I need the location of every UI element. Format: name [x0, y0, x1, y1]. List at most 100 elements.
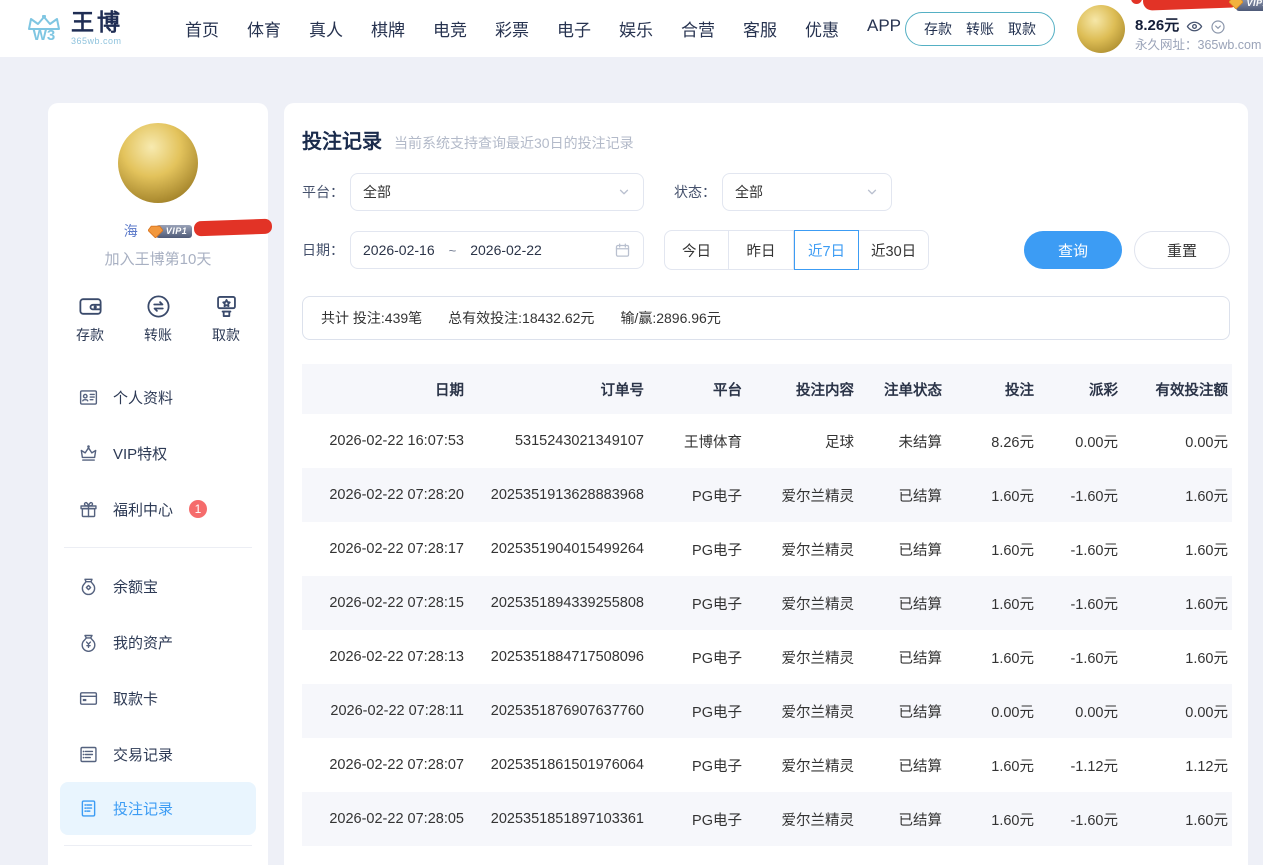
column-header: 派彩	[1038, 364, 1122, 414]
column-header: 订单号	[468, 364, 648, 414]
nav-item-board-games[interactable]: 棋牌	[371, 16, 405, 41]
quick-action-withdraw[interactable]: 取款	[212, 293, 240, 345]
table-cell: 2025351876907637760	[468, 684, 648, 738]
withdraw-icon	[213, 293, 240, 320]
table-cell: 爱尔兰精灵	[746, 684, 858, 738]
table-cell: 0.00元	[1038, 684, 1122, 738]
coin-pouch-icon	[78, 576, 99, 597]
wallet-action-deposit[interactable]: 存款	[924, 19, 952, 39]
reset-button[interactable]: 重置	[1134, 231, 1230, 269]
nav-item-home[interactable]: 首页	[185, 16, 219, 41]
nav-item-slots[interactable]: 电子	[557, 16, 591, 41]
sidebar-item-vip[interactable]: VIP特权	[48, 425, 268, 481]
transaction-list-icon	[78, 744, 99, 765]
crown-icon	[78, 443, 99, 464]
table-cell: 2026-02-22 07:28:13	[302, 630, 468, 684]
logo-mark-text: W3	[33, 28, 56, 43]
table-cell: -1.60元	[1038, 576, 1122, 630]
nav-item-entertainment[interactable]: 娱乐	[619, 16, 653, 41]
wallet-action-transfer[interactable]: 转账	[966, 19, 994, 39]
money-bag-icon	[78, 632, 99, 653]
sidebar-item-welfare[interactable]: 福利中心1	[48, 481, 268, 537]
table-cell: 爱尔兰精灵	[746, 576, 858, 630]
sidebar-item-assets[interactable]: 我的资产	[48, 614, 268, 670]
quick-action-transfer[interactable]: 转账	[144, 293, 172, 345]
nav-item-sports[interactable]: 体育	[247, 16, 281, 41]
platform-select[interactable]: 全部	[350, 173, 644, 211]
table-cell: 0.00元	[1038, 414, 1122, 468]
table-row: 2026-02-22 07:28:072025351861501976064PG…	[302, 738, 1232, 792]
gift-icon	[78, 499, 99, 520]
table-cell: 1.60元	[1122, 468, 1232, 522]
table-cell: 1.60元	[946, 738, 1038, 792]
table-cell: 1.60元	[946, 792, 1038, 846]
quick-action-label: 转账	[144, 325, 172, 345]
column-header: 平台	[648, 364, 746, 414]
quick-action-deposit[interactable]: 存款	[76, 293, 104, 345]
sidebar-divider	[64, 845, 252, 846]
nav-item-lottery[interactable]: 彩票	[495, 16, 529, 41]
table-cell: 1.60元	[1122, 522, 1232, 576]
table-cell: 2025351861501976064	[468, 738, 648, 792]
username-mask-scribble	[1143, 0, 1240, 11]
nav-item-esports[interactable]: 电竞	[433, 16, 467, 41]
table-cell: 1.60元	[1122, 576, 1232, 630]
table-cell: 5315243021349107	[468, 414, 648, 468]
wallet-actions-pill: 存款转账取款	[905, 12, 1055, 46]
column-header: 投注内容	[746, 364, 858, 414]
table-cell: 爱尔兰精灵	[746, 468, 858, 522]
table-cell: 1.12元	[1122, 738, 1232, 792]
date-from-value: 2026-02-16	[363, 242, 435, 258]
sidebar-item-bet-records[interactable]: 投注记录	[60, 782, 256, 835]
nav-item-service[interactable]: 客服	[743, 16, 777, 41]
range-button-今日[interactable]: 今日	[664, 230, 729, 270]
nav-item-live[interactable]: 真人	[309, 16, 343, 41]
table-cell: -1.60元	[1038, 468, 1122, 522]
range-button-昨日[interactable]: 昨日	[729, 230, 794, 270]
permanent-url-text: 永久网址：365wb.com	[1135, 38, 1263, 54]
vip-badge: VIP1	[148, 225, 193, 238]
bet-record-icon	[78, 798, 99, 819]
query-button[interactable]: 查询	[1024, 231, 1122, 269]
date-range-input[interactable]: 2026-02-16 ~ 2026-02-22	[350, 231, 644, 269]
table-cell: 爱尔兰精灵	[746, 738, 858, 792]
table-cell: 未结算	[858, 414, 946, 468]
range-button-近7日[interactable]: 近7日	[794, 230, 859, 270]
calendar-icon[interactable]	[614, 242, 631, 259]
table-cell: 1.60元	[946, 468, 1038, 522]
sidebar-item-label: 福利中心	[113, 499, 173, 520]
table-cell: 爱尔兰精灵	[746, 792, 858, 846]
username-mask-scribble	[194, 219, 272, 237]
avatar[interactable]	[1077, 5, 1125, 53]
nav-item-promo[interactable]: 优惠	[805, 16, 839, 41]
nav-item-partner[interactable]: 合营	[681, 16, 715, 41]
table-cell: 爱尔兰精灵	[746, 522, 858, 576]
status-select[interactable]: 全部	[722, 173, 892, 211]
range-button-近30日[interactable]: 近30日	[859, 230, 929, 270]
wallet-action-withdraw[interactable]: 取款	[1008, 19, 1036, 39]
eye-icon[interactable]	[1186, 18, 1203, 35]
refresh-balance-chevron-icon[interactable]	[1210, 19, 1226, 35]
table-cell: 1.60元	[946, 630, 1038, 684]
chevron-down-icon	[617, 185, 631, 199]
sidebar-item-label: 交易记录	[113, 744, 173, 765]
profile-avatar[interactable]	[118, 123, 198, 203]
table-cell: 2025351884717508096	[468, 630, 648, 684]
summary-bar: 共计 投注:439笔 总有效投注:18432.62元 输/赢:2896.96元	[302, 296, 1230, 340]
table-cell: 已结算	[858, 468, 946, 522]
table-cell: -1.60元	[1038, 792, 1122, 846]
brand-domain: 365wb.com	[71, 37, 123, 46]
table-cell: 2026-02-22 07:28:11	[302, 684, 468, 738]
column-header: 投注	[946, 364, 1038, 414]
sidebar-item-yuebao[interactable]: 余额宝	[48, 558, 268, 614]
table-cell: 已结算	[858, 630, 946, 684]
sidebar-item-transactions[interactable]: 交易记录	[48, 726, 268, 782]
sidebar-item-profile[interactable]: 个人资料	[48, 369, 268, 425]
sidebar-item-withdraw-card[interactable]: 取款卡	[48, 670, 268, 726]
page-body: 海 VIP1 加入王博第10天 存款转账取款 个人资料VIP特权福利中心1余额宝…	[0, 57, 1263, 865]
page-subtitle: 当前系统支持查询最近30日的投注记录	[394, 133, 634, 153]
table-cell: 爱尔兰精灵	[746, 630, 858, 684]
site-logo[interactable]: W3 王博 365wb.com	[26, 11, 123, 46]
balance-amount: 8.26元	[1135, 17, 1179, 36]
nav-item-app[interactable]: APP	[867, 16, 901, 41]
